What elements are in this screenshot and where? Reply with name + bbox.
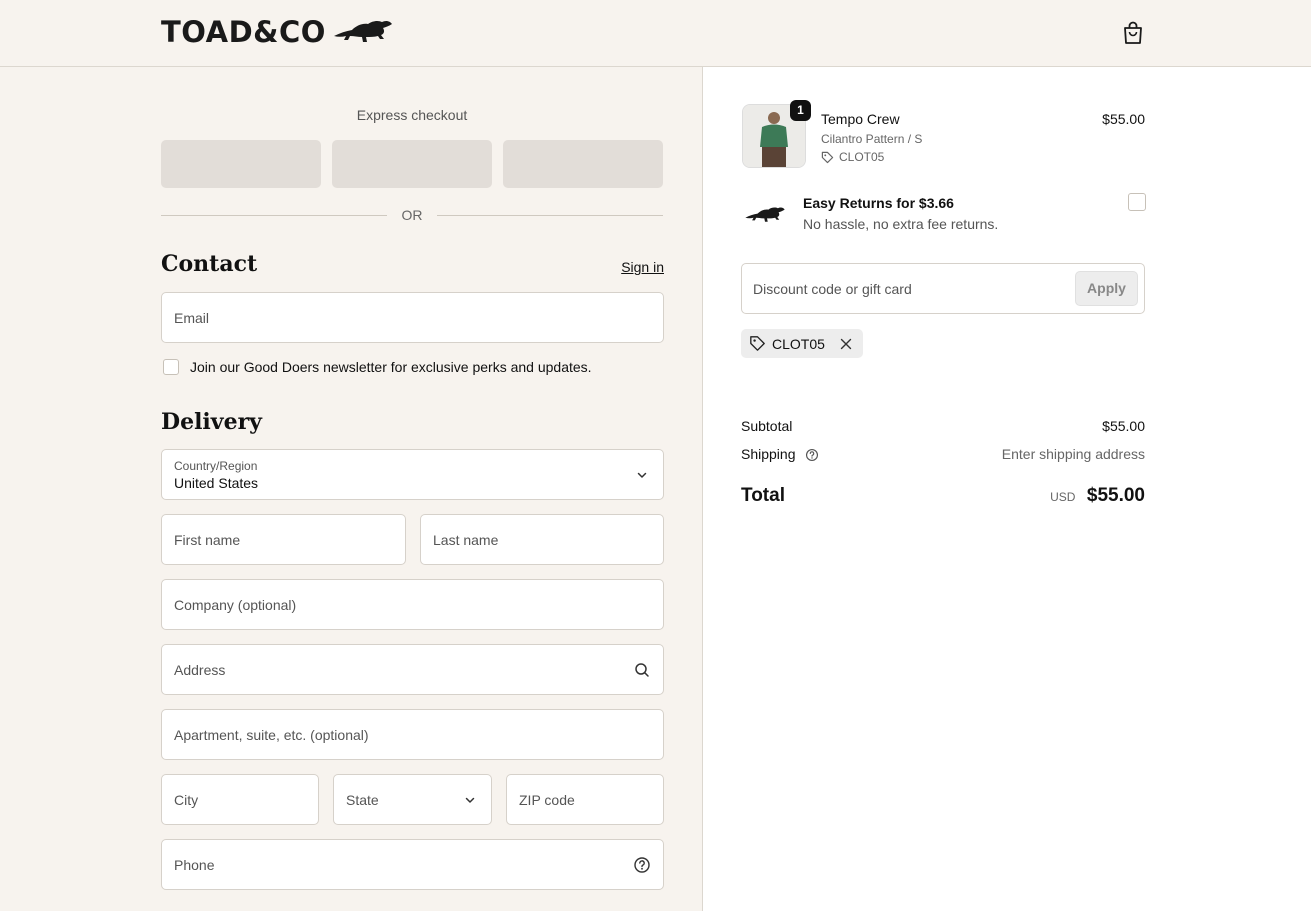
country-select[interactable]: Country/Region United States <box>161 449 664 500</box>
total-row-value: USD $55.00 <box>900 485 1145 507</box>
quantity-badge: 1 <box>790 100 811 121</box>
easy-returns-title: Easy Returns for $3.66 <box>803 195 954 211</box>
subtotal-label: Subtotal <box>741 418 793 434</box>
apply-discount-button[interactable]: Apply <box>1075 271 1138 306</box>
lizard-icon <box>745 207 785 222</box>
close-icon[interactable] <box>839 337 853 351</box>
product-variant: Cilantro Pattern / S <box>821 132 923 146</box>
product-discount-code: CLOT05 <box>821 150 884 164</box>
product-code-text: CLOT05 <box>839 150 885 164</box>
state-select[interactable]: State <box>333 774 492 825</box>
easy-returns-subtitle: No hassle, no extra fee returns. <box>803 216 999 232</box>
site-header: TOAD&CO <box>0 0 1311 67</box>
tag-icon <box>750 336 765 351</box>
chevron-down-icon <box>637 472 647 478</box>
tag-icon <box>821 151 834 163</box>
last-name-placeholder: Last name <box>433 532 499 548</box>
shipping-value: Enter shipping address <box>1001 446 1145 462</box>
first-name-field[interactable]: First name <box>161 514 406 565</box>
phone-placeholder: Phone <box>174 857 215 873</box>
discount-code-field[interactable]: Discount code or gift card Apply <box>741 263 1145 314</box>
express-pay-button-1[interactable] <box>161 140 321 188</box>
address-field[interactable]: Address <box>161 644 664 695</box>
city-placeholder: City <box>174 792 199 808</box>
express-checkout-title: Express checkout <box>356 107 468 123</box>
search-icon <box>635 663 649 677</box>
address-placeholder: Address <box>174 662 226 678</box>
company-placeholder: Company (optional) <box>174 597 297 613</box>
email-placeholder: Email <box>174 310 210 326</box>
delivery-heading: Delivery <box>161 409 262 435</box>
company-field[interactable]: Company (optional) <box>161 579 664 630</box>
easy-returns-checkbox[interactable] <box>1128 193 1146 211</box>
city-field[interactable]: City <box>161 774 319 825</box>
or-divider: OR <box>161 207 663 223</box>
country-label: Country/Region <box>174 459 258 473</box>
newsletter-checkbox[interactable] <box>163 359 179 375</box>
contact-heading: Contact <box>161 251 258 277</box>
shopping-bag-icon[interactable] <box>1121 20 1145 46</box>
total-value: $55.00 <box>1086 485 1145 506</box>
express-pay-button-3[interactable] <box>503 140 663 188</box>
currency-code: USD <box>1050 490 1076 504</box>
total-label: Total <box>741 485 785 506</box>
brand-logo[interactable]: TOAD&CO <box>161 14 394 50</box>
applied-discount-code: CLOT05 <box>772 335 825 352</box>
apartment-field[interactable]: Apartment, suite, etc. (optional) <box>161 709 664 760</box>
zip-code-field[interactable]: ZIP code <box>506 774 664 825</box>
email-field[interactable]: Email <box>161 292 664 343</box>
apartment-placeholder: Apartment, suite, etc. (optional) <box>174 727 369 743</box>
chevron-down-icon <box>465 797 475 803</box>
help-circle-icon[interactable] <box>805 448 819 462</box>
newsletter-label: Join our Good Doers newsletter for exclu… <box>190 359 592 375</box>
first-name-placeholder: First name <box>174 532 241 548</box>
sign-in-link[interactable]: Sign in <box>560 259 664 275</box>
divider-line <box>437 215 663 216</box>
express-pay-button-2[interactable] <box>332 140 492 188</box>
product-name: Tempo Crew <box>821 111 900 127</box>
shipping-label: Shipping <box>741 446 796 462</box>
country-value: United States <box>174 475 259 491</box>
last-name-field[interactable]: Last name <box>420 514 664 565</box>
brand-wordmark: TOAD&CO <box>161 15 326 49</box>
product-price: $55.00 <box>1102 111 1145 127</box>
help-circle-icon[interactable] <box>633 856 651 874</box>
zip-code-placeholder: ZIP code <box>519 792 575 808</box>
state-placeholder: State <box>346 792 379 808</box>
applied-discount-chip: CLOT05 <box>741 329 863 358</box>
discount-placeholder: Discount code or gift card <box>753 281 912 297</box>
lizard-logo-icon <box>333 20 392 42</box>
subtotal-value: $55.00 <box>1102 418 1145 434</box>
shipping-label-row: Shipping <box>741 446 819 462</box>
phone-field[interactable]: Phone <box>161 839 664 890</box>
